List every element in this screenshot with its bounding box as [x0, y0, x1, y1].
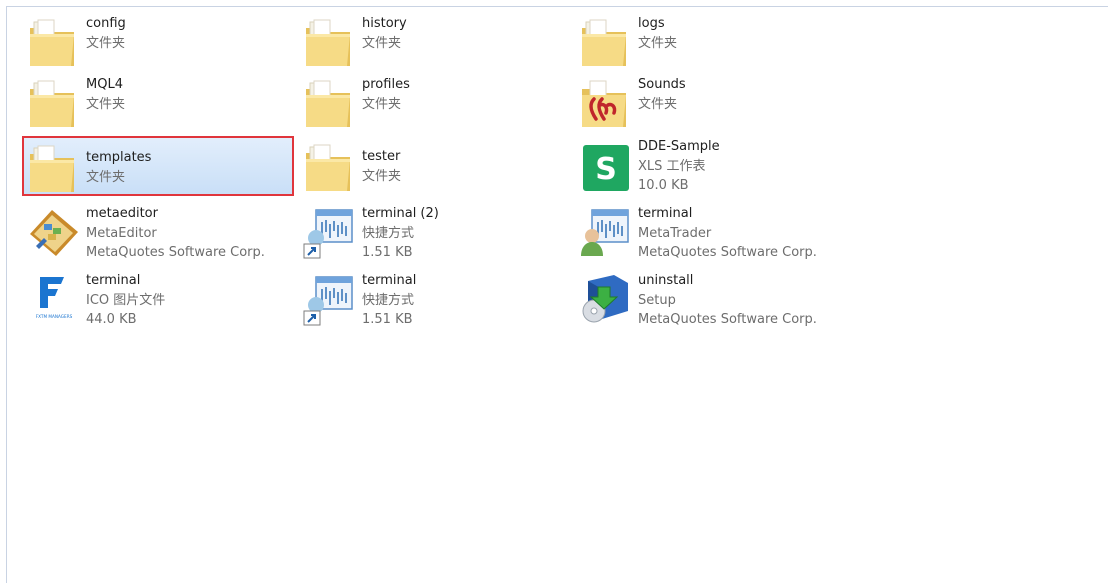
file-type: ICO 图片文件 — [86, 292, 166, 308]
file-name: history — [362, 16, 407, 31]
folder-icon — [302, 14, 358, 70]
uninstall-icon — [578, 271, 634, 327]
file-name: terminal — [86, 273, 141, 288]
file-type: 文件夹 — [638, 96, 678, 112]
file-item-sounds[interactable]: Sounds 文件夹 — [578, 75, 848, 137]
file-type: 文件夹 — [362, 35, 402, 51]
file-type: 文件夹 — [362, 96, 402, 112]
file-type: 文件夹 — [362, 168, 402, 184]
folder-icon — [26, 14, 82, 70]
xls-icon: S — [578, 143, 634, 199]
sounds-folder-icon — [578, 75, 634, 131]
file-type: 文件夹 — [86, 35, 126, 51]
file-item-logs[interactable]: logs 文件夹 — [578, 14, 848, 76]
folder-icon — [578, 14, 634, 70]
file-name: terminal (2) — [362, 206, 439, 221]
file-name: Sounds — [638, 77, 686, 92]
file-company: MetaQuotes Software Corp. — [638, 245, 817, 260]
file-item-terminal-ico[interactable]: FXTM MANAGERS terminal ICO 图片文件 44.0 KB — [26, 271, 296, 333]
metaeditor-icon — [26, 204, 82, 260]
file-item-config[interactable]: config 文件夹 — [26, 14, 296, 76]
file-item-history[interactable]: history 文件夹 — [302, 14, 572, 76]
file-type: 快捷方式 — [362, 292, 415, 308]
file-type: Setup — [638, 292, 676, 308]
file-item-terminal-app[interactable]: terminal MetaTrader MetaQuotes Software … — [578, 204, 848, 266]
file-name: profiles — [362, 77, 410, 92]
file-name: MQL4 — [86, 77, 123, 92]
shortcut-icon — [302, 271, 358, 327]
terminal-app-icon — [578, 204, 634, 260]
file-size: 10.0 KB — [638, 178, 689, 193]
file-type: 文件夹 — [638, 35, 678, 51]
folder-icon — [302, 75, 358, 131]
file-item-uninstall[interactable]: uninstall Setup MetaQuotes Software Corp… — [578, 271, 848, 333]
file-item-dde-sample[interactable]: S DDE-Sample XLS 工作表 10.0 KB — [578, 137, 848, 199]
file-name: config — [86, 16, 126, 31]
file-item-profiles[interactable]: profiles 文件夹 — [302, 75, 572, 137]
file-company: MetaQuotes Software Corp. — [638, 312, 817, 327]
file-name: terminal — [638, 206, 693, 221]
file-name: DDE-Sample — [638, 139, 720, 154]
file-name: templates — [86, 150, 152, 165]
file-item-terminal-shortcut[interactable]: terminal 快捷方式 1.51 KB — [302, 271, 572, 333]
file-type: 文件夹 — [86, 96, 126, 112]
ico-logo-text: FXTM MANAGERS — [36, 314, 73, 319]
file-type: 文件夹 — [86, 169, 126, 185]
file-size: 44.0 KB — [86, 312, 137, 327]
file-name: logs — [638, 16, 665, 31]
file-item-tester[interactable]: tester 文件夹 — [302, 139, 572, 201]
file-name: terminal — [362, 273, 417, 288]
file-item-metaeditor[interactable]: metaeditor MetaEditor MetaQuotes Softwar… — [26, 204, 296, 266]
ico-file-icon: FXTM MANAGERS — [26, 271, 82, 327]
file-type: XLS 工作表 — [638, 158, 706, 174]
file-type: MetaEditor — [86, 225, 157, 241]
file-size: 1.51 KB — [362, 312, 413, 327]
xls-glyph: S — [595, 152, 617, 187]
file-type: MetaTrader — [638, 225, 712, 241]
folder-icon — [26, 140, 82, 196]
file-name: uninstall — [638, 273, 694, 288]
file-item-mql4[interactable]: MQL4 文件夹 — [26, 75, 296, 137]
file-company: MetaQuotes Software Corp. — [86, 245, 265, 260]
file-name: metaeditor — [86, 206, 158, 221]
folder-icon — [302, 139, 358, 195]
file-item-templates[interactable]: templates 文件夹 — [22, 136, 294, 196]
file-name: tester — [362, 149, 401, 164]
folder-icon — [26, 75, 82, 131]
file-item-terminal-2-shortcut[interactable]: terminal (2) 快捷方式 1.51 KB — [302, 204, 572, 266]
file-type: 快捷方式 — [362, 225, 415, 241]
shortcut-icon — [302, 204, 358, 260]
file-size: 1.51 KB — [362, 245, 413, 260]
